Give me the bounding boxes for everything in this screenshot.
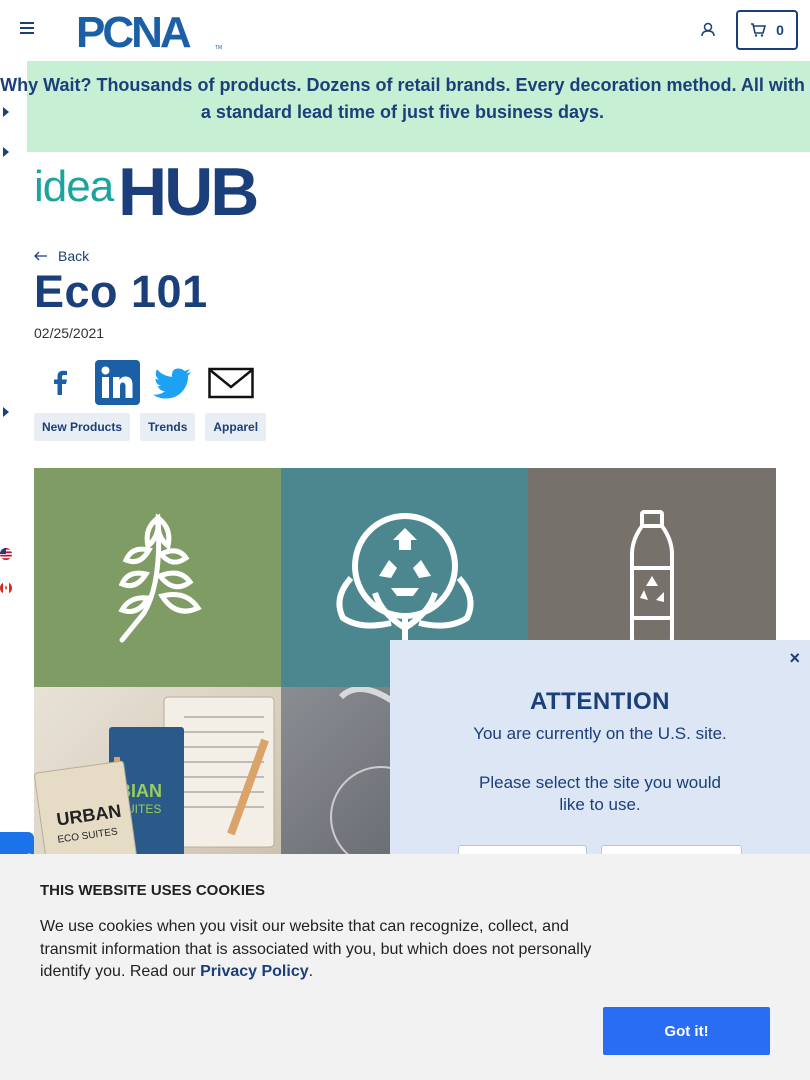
menu-icon[interactable] xyxy=(20,22,36,36)
page-title: Eco 101 xyxy=(34,266,208,317)
email-icon[interactable] xyxy=(208,360,254,405)
modal-prompt-line2: like to use. xyxy=(559,795,641,814)
tag-new-products[interactable]: New Products xyxy=(34,413,131,441)
got-it-button[interactable]: Got it! xyxy=(603,1007,770,1055)
post-date: 02/25/2021 xyxy=(34,325,105,341)
close-icon[interactable]: × xyxy=(789,648,800,669)
tag-list: New Products Trends Apparel xyxy=(34,413,267,441)
logo-tm: TM xyxy=(215,45,222,50)
modal-prompt-line1: Please select the site you would xyxy=(479,773,721,792)
twitter-icon[interactable] xyxy=(151,360,197,405)
ideahub-logo: idea HUB xyxy=(34,158,260,218)
cookie-text: We use cookies when you visit our websit… xyxy=(40,916,610,984)
photo-text-uites: UITES xyxy=(126,802,161,816)
arrow-left-icon xyxy=(34,251,47,261)
rail-arrow-icon[interactable] xyxy=(3,107,9,117)
cookie-title: THIS WEBSITE USES COOKIES xyxy=(40,882,266,899)
back-label: Back xyxy=(58,248,90,264)
facebook-icon[interactable] xyxy=(37,360,83,405)
rail-arrow-icon[interactable] xyxy=(3,147,9,157)
tag-trends[interactable]: Trends xyxy=(140,413,196,441)
cart-button[interactable]: 0 xyxy=(736,10,798,50)
privacy-policy-link[interactable]: Privacy Policy xyxy=(200,963,309,980)
cart-icon xyxy=(751,23,767,37)
linkedin-icon[interactable] xyxy=(94,360,140,405)
rail-arrow-icon[interactable] xyxy=(3,407,9,417)
logo-text: PCNA xyxy=(76,10,191,50)
ideahub-hub-text: HUB xyxy=(118,158,257,218)
tag-apparel[interactable]: Apparel xyxy=(205,413,267,441)
cookie-body: We use cookies when you visit our websit… xyxy=(40,918,592,980)
ideahub-idea-text: idea xyxy=(34,162,115,211)
site-header: PCNA TM 0 xyxy=(0,0,810,61)
pcna-logo[interactable]: PCNA TM xyxy=(76,10,226,50)
account-icon[interactable] xyxy=(698,20,718,40)
modal-title: ATTENTION xyxy=(529,688,671,715)
promo-banner: Why Wait? Thousands of products. Dozens … xyxy=(0,61,810,152)
wheat-icon xyxy=(118,513,202,643)
modal-message: You are currently on the U.S. site. xyxy=(473,724,727,743)
cart-count: 0 xyxy=(776,22,784,38)
cookie-banner: THIS WEBSITE USES COOKIES We use cookies… xyxy=(0,854,810,1080)
wheat-panel xyxy=(34,468,281,687)
banner-text: Why Wait? Thousands of products. Dozens … xyxy=(0,75,805,122)
back-link[interactable]: Back xyxy=(34,248,89,264)
canada-flag-icon[interactable] xyxy=(0,582,12,594)
cookie-period: . xyxy=(308,963,314,980)
us-flag-icon[interactable] xyxy=(0,548,12,560)
